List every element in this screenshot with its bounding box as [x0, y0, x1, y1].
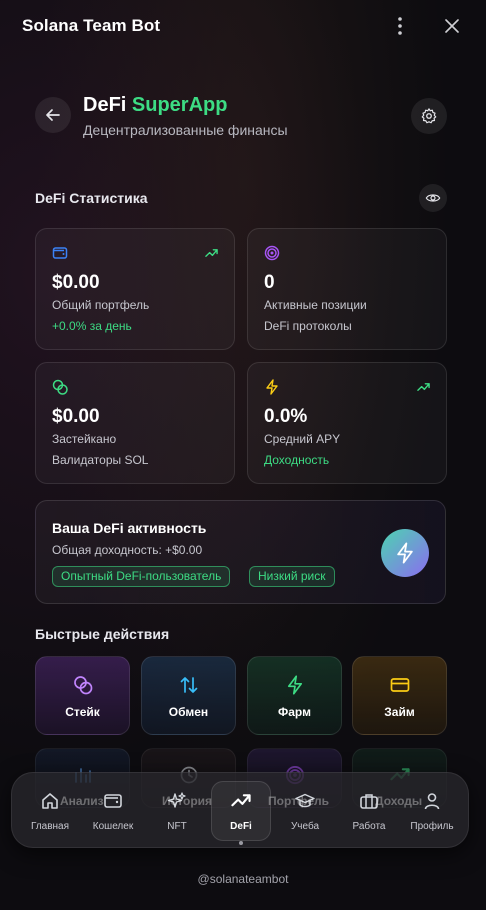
- trending-up-icon: [205, 249, 218, 257]
- stat-card-apy[interactable]: 0.0% Средний APY Доходность: [247, 362, 447, 484]
- quick-action-label: Займ: [384, 705, 415, 719]
- nav-item-defi[interactable]: DeFi: [211, 773, 271, 849]
- nav-label: Главная: [30, 821, 70, 832]
- stat-card-positions[interactable]: 0 Активные позиции DeFi протоколы: [247, 228, 447, 350]
- trending-up-icon: [231, 794, 251, 807]
- coins-icon: [74, 676, 93, 695]
- page-title-main: DeFi: [83, 94, 127, 116]
- stat-label: Общий портфель: [52, 298, 150, 312]
- quick-action-farm[interactable]: Фарм: [247, 656, 342, 735]
- nav-item-home[interactable]: Главная: [20, 773, 80, 849]
- coins-icon: [52, 379, 68, 395]
- toggle-visibility-button[interactable]: [419, 184, 447, 212]
- close-icon[interactable]: [440, 14, 464, 38]
- ghost-label-portfolio: Портфель: [268, 794, 330, 808]
- stat-value: $0.00: [52, 406, 100, 427]
- risk-badge: Низкий риск: [249, 566, 335, 587]
- quick-action-stake[interactable]: Стейк: [35, 656, 130, 735]
- stat-value: 0: [264, 272, 275, 293]
- window-title: Solana Team Bot: [22, 16, 161, 35]
- wallet-icon: [52, 247, 68, 259]
- eye-icon: [425, 194, 441, 202]
- stat-card-staked[interactable]: $0.00 Застейкано Валидаторы SOL: [35, 362, 235, 484]
- nav-label: Кошелек: [92, 821, 134, 832]
- level-badge: Опытный DeFi-пользователь: [52, 566, 231, 587]
- ghost-label-income: Доходы: [375, 794, 423, 808]
- quick-action-label: Обмен: [168, 705, 209, 719]
- home-icon: [42, 793, 58, 809]
- quick-action-swap[interactable]: Обмен: [141, 656, 236, 735]
- page-title: DeFi SuperApp: [83, 94, 227, 117]
- stat-sub: Доходность: [264, 453, 330, 467]
- footer-handle: @solanateambot: [197, 872, 289, 886]
- nav-label: NFT: [167, 821, 187, 832]
- nav-item-learn[interactable]: Учеба: [275, 773, 335, 849]
- stat-label: Застейкано: [52, 432, 117, 446]
- stat-value: 0.0%: [264, 406, 308, 427]
- activity-title: Ваша DeFi активность: [52, 520, 207, 536]
- nav-label: Учеба: [290, 821, 320, 832]
- bolt-icon: [287, 675, 303, 695]
- page-subtitle: Децентрализованные финансы: [83, 122, 288, 138]
- arrow-left-icon: [46, 109, 60, 121]
- swap-icon: [180, 677, 198, 693]
- quick-action-label: Стейк: [65, 705, 100, 719]
- user-icon: [424, 793, 440, 810]
- nav-item-work[interactable]: Работа: [339, 773, 399, 849]
- activity-action-button[interactable]: [381, 529, 429, 577]
- quick-action-loan[interactable]: Займ: [352, 656, 447, 735]
- wallet-icon: [104, 794, 122, 808]
- stat-sub: DeFi протоколы: [264, 319, 352, 333]
- page-header: DeFi SuperApp Децентрализованные финансы: [35, 94, 447, 142]
- ghost-label-history: История: [162, 794, 213, 808]
- nav-label: DeFi: [230, 821, 252, 832]
- page-title-accent: SuperApp: [131, 94, 228, 116]
- ghost-label-analysis: Анализ: [60, 794, 104, 808]
- nav-item-profile[interactable]: Профиль: [402, 773, 462, 849]
- nav-item-nft[interactable]: NFT: [147, 773, 207, 849]
- stat-card-portfolio[interactable]: $0.00 Общий портфель +0.0% за день: [35, 228, 235, 350]
- stat-sub: Валидаторы SOL: [52, 453, 149, 467]
- quick-action-label: Фарм: [278, 705, 311, 719]
- quick-actions-title: Быстрые действия: [35, 626, 170, 642]
- app-window: Solana Team Bot DeFi SuperApp Децентрали…: [0, 0, 486, 910]
- stat-label: Активные позиции: [264, 298, 367, 312]
- gear-icon: [421, 108, 437, 124]
- nav-item-wallet[interactable]: Кошелек: [83, 773, 143, 849]
- active-indicator: [211, 781, 271, 841]
- activity-card[interactable]: Ваша DeFi активность Общая доходность: +…: [35, 500, 446, 604]
- settings-button[interactable]: [411, 98, 447, 134]
- back-button[interactable]: [35, 97, 71, 133]
- stat-value: $0.00: [52, 272, 100, 293]
- stat-label: Средний APY: [264, 432, 341, 446]
- more-options-icon[interactable]: [388, 14, 412, 38]
- card-icon: [390, 678, 410, 692]
- bottom-nav: Главная Кошелек NFT DeFi Учеба Работа Пр…: [11, 772, 469, 848]
- title-bar: Solana Team Bot: [0, 0, 486, 52]
- bolt-icon: [397, 542, 413, 564]
- trending-up-icon: [417, 383, 430, 391]
- bolt-icon: [266, 379, 278, 395]
- stat-sub: +0.0% за день: [52, 319, 132, 333]
- target-icon: [264, 245, 280, 261]
- activity-subtitle: Общая доходность: +$0.00: [52, 543, 203, 557]
- active-dot: [239, 841, 243, 845]
- nav-label: Профиль: [410, 821, 454, 832]
- stats-section-title: DeFi Статистика: [35, 190, 148, 206]
- nav-label: Работа: [352, 821, 386, 832]
